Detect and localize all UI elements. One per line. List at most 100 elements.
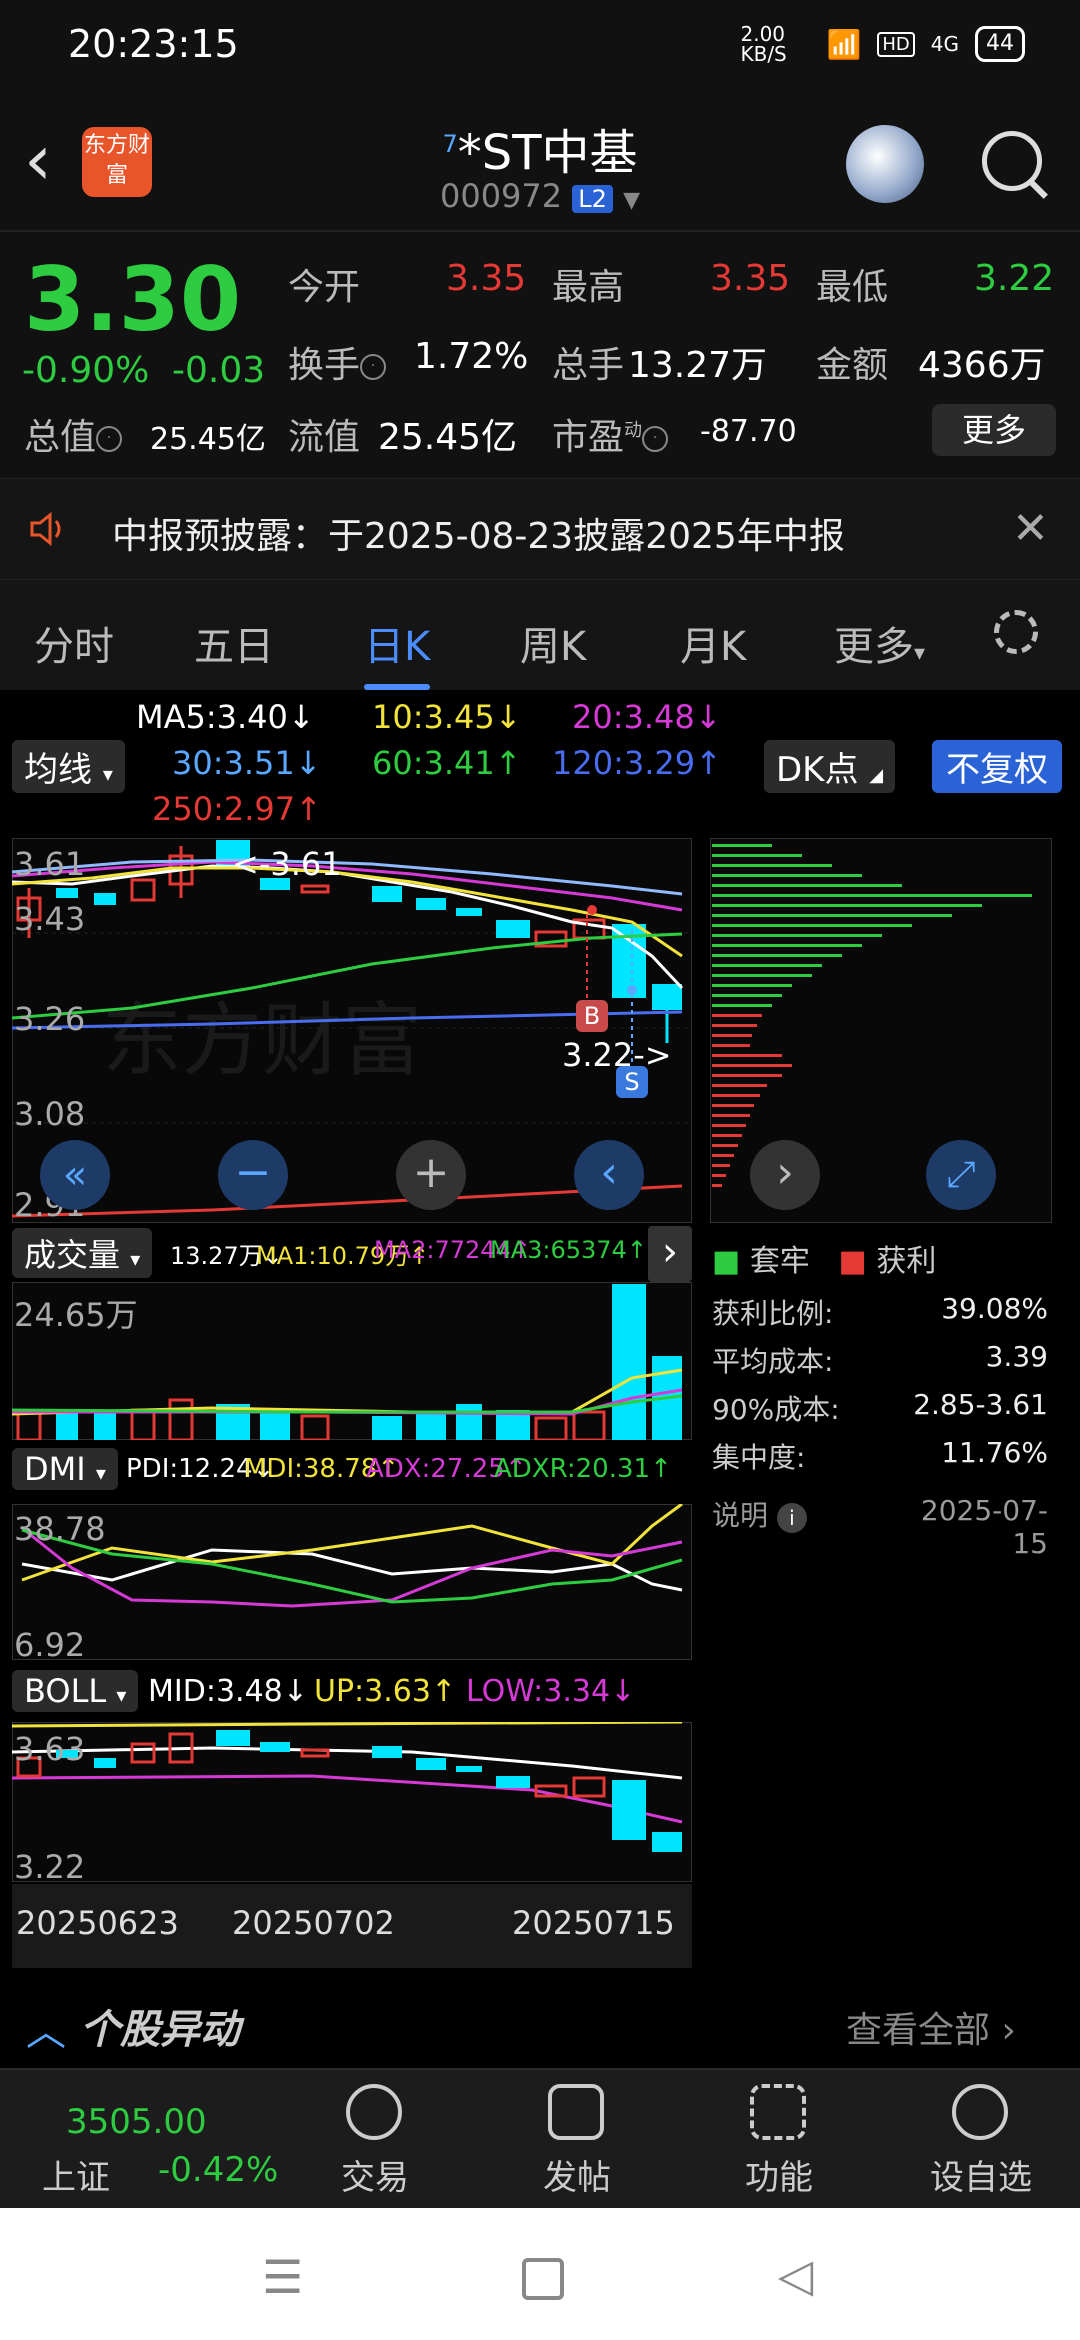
chip-bar <box>712 1044 750 1047</box>
zoom-out-icon[interactable]: − <box>218 1140 288 1210</box>
watermark: 东方财富 <box>102 994 422 1087</box>
post-edit-icon[interactable] <box>548 2084 604 2140</box>
view-all-link[interactable]: 查看全部 › <box>846 2001 1016 2053</box>
nav-trade[interactable]: 交易 <box>300 2150 450 2199</box>
chip-stat-value: 11.76% <box>941 1436 1048 1469</box>
tab-monthly-k[interactable]: 月K <box>680 614 746 672</box>
tab-intraday[interactable]: 分时 <box>34 614 114 672</box>
change-abs: -0.03 <box>172 350 266 391</box>
amount-label: 金额 <box>816 345 889 386</box>
home-icon[interactable] <box>522 2258 564 2300</box>
boll-selector[interactable]: BOLL ▾ <box>12 1670 139 1712</box>
chip-bar <box>712 984 792 987</box>
clock: 20:23:15 <box>68 22 239 66</box>
notice-text: 中报预披露：于2025-08-23披露2025年中报 <box>112 516 845 557</box>
dk-point-button[interactable]: DK点 ◢ <box>764 740 896 793</box>
period-tabs: 分时 五日 日K 周K 月K 更多▾ <box>0 580 1080 690</box>
notice-bar[interactable]: 中报预披露：于2025-08-23披露2025年中报 ✕ <box>0 478 1080 580</box>
open-label: 今开 <box>288 267 361 308</box>
chip-bar <box>712 1184 722 1187</box>
trade-icon[interactable] <box>346 2084 402 2140</box>
chip-stat-label: 90%成本: <box>712 1393 840 1426</box>
zoom-in-icon[interactable]: + <box>396 1140 466 1210</box>
expand-icon[interactable]: ⤢ <box>926 1140 996 1210</box>
menu-icon[interactable]: ☰ <box>262 2250 303 2304</box>
chip-stat-value: 39.08% <box>941 1292 1048 1325</box>
boll-candle <box>416 1758 446 1770</box>
mktcap-value: 25.45亿 <box>150 422 266 457</box>
dmi-y-bottom: 6.92 <box>14 1626 86 1664</box>
volume-label: 总手 <box>552 345 625 386</box>
movement-title: 个股异动 <box>80 2007 240 2053</box>
chip-bar <box>712 884 902 887</box>
tab-daily-k[interactable]: 日K <box>364 614 431 690</box>
ma-selector[interactable]: 均线 ▾ <box>12 740 125 793</box>
dmi-selector[interactable]: DMI ▾ <box>12 1448 118 1490</box>
chevron-right-icon[interactable]: › <box>750 1140 820 1210</box>
volume-bar <box>416 1414 446 1440</box>
kline-y-tick: 3.43 <box>14 900 86 938</box>
chip-bar <box>712 914 952 917</box>
nav-watchlist[interactable]: 设自选 <box>906 2150 1056 2199</box>
pe-value: -87.70 <box>700 414 797 449</box>
boll-candle <box>260 1742 290 1752</box>
assistant-robot-icon[interactable] <box>846 125 924 203</box>
legend-trapped: 套牢 <box>749 1244 810 1279</box>
back-nav-icon[interactable]: ◁ <box>778 2248 813 2302</box>
chip-bar <box>712 904 982 907</box>
stock-name: *ST中基 <box>457 125 638 181</box>
rewind-icon[interactable]: « <box>40 1140 110 1210</box>
dmi-adxr: ADXR:20.31↑ <box>494 1454 672 1484</box>
status-bar: 20:23:15 2.00 KB/S 📶 HD 4G 44 <box>0 0 1080 95</box>
chip-bar <box>712 894 1032 897</box>
signal-icon: 4G <box>930 32 959 56</box>
kline-max-label: <-3.61 <box>232 845 342 883</box>
more-quote-button[interactable]: 更多 <box>932 404 1056 456</box>
amount-value: 4366万 <box>918 345 1046 386</box>
stock-movement-strip[interactable]: ︿ 个股异动 查看全部 › <box>0 1985 1080 2065</box>
float-value: 25.45亿 <box>378 417 518 458</box>
tab-five-day[interactable]: 五日 <box>194 614 274 672</box>
date-axis: 20250623 20250702 20250715 <box>12 1884 692 1968</box>
open-value: 3.35 <box>446 258 527 299</box>
tab-weekly-k[interactable]: 周K <box>520 614 586 672</box>
volume-bar <box>260 1410 290 1440</box>
info-icon[interactable]: · <box>96 426 123 452</box>
boll-low: LOW:3.34↓ <box>466 1674 636 1709</box>
functions-grid-icon[interactable] <box>750 2084 806 2140</box>
boll-y-bottom: 3.22 <box>14 1848 86 1886</box>
candle <box>652 984 682 1010</box>
nav-post[interactable]: 发帖 <box>502 2150 652 2199</box>
hd-icon: HD <box>877 31 915 57</box>
net-speed: 2.00 KB/S <box>740 22 787 66</box>
nav-functions[interactable]: 功能 <box>704 2150 854 2199</box>
battery-icon: 44 <box>975 26 1025 62</box>
bottom-nav: 3505.00 上证 -0.42% 交易 发帖 功能 设自选 <box>0 2068 1080 2210</box>
volume-selector[interactable]: 成交量 ▾ <box>12 1228 153 1278</box>
volume-ma3: MA3:65374↑ <box>490 1236 647 1264</box>
index-name[interactable]: 上证 <box>42 2150 110 2199</box>
legend-profit: 获利 <box>876 1244 937 1279</box>
info-icon[interactable]: · <box>642 426 669 452</box>
more-dots-icon[interactable] <box>952 2084 1008 2140</box>
tab-more[interactable]: 更多▾ <box>834 614 925 672</box>
close-icon[interactable]: ✕ <box>1012 503 1049 554</box>
index-value[interactable]: 3505.00 <box>66 2102 207 2142</box>
buy-marker[interactable]: B <box>576 1000 608 1032</box>
ma20-legend: 20:3.48↓ <box>572 698 722 736</box>
sell-marker[interactable]: S <box>616 1066 648 1098</box>
chip-bar <box>712 1004 772 1007</box>
chip-note[interactable]: 说明 i <box>712 1494 807 1534</box>
status-icons: 2.00 KB/S 📶 HD 4G 44 <box>740 24 1025 64</box>
candle <box>416 898 446 910</box>
kline-y-tick: 3.61 <box>14 845 86 883</box>
index-change[interactable]: -0.42% <box>158 2150 278 2190</box>
chevron-left-icon[interactable]: ‹ <box>574 1140 644 1210</box>
chip-stat-value: 3.39 <box>985 1340 1048 1373</box>
settings-gear-icon[interactable] <box>994 610 1038 654</box>
no-adjust-button[interactable]: 不复权 <box>932 740 1062 793</box>
chevron-right-icon[interactable]: › <box>648 1226 692 1282</box>
ma30-legend: 30:3.51↓ <box>172 744 322 782</box>
info-icon[interactable]: · <box>360 354 387 380</box>
search-icon[interactable] <box>982 131 1042 191</box>
